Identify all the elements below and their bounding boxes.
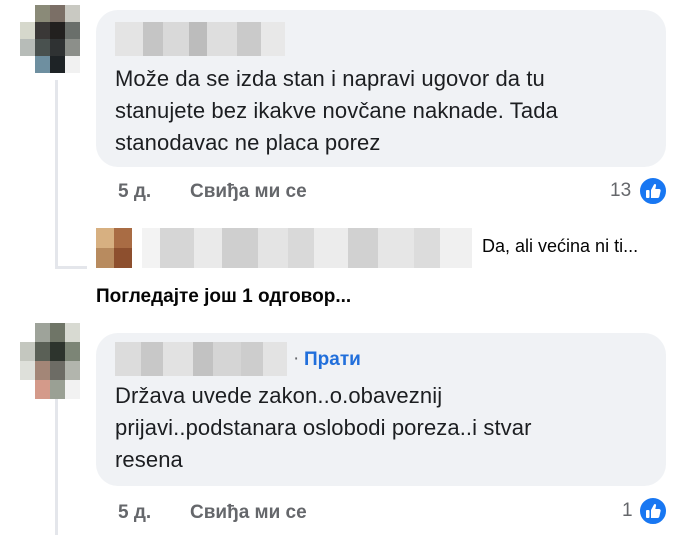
commenter-name-blurred[interactable]: [115, 342, 287, 376]
comment-text: Država uvede zakon..o.obaveznij prijavi.…: [115, 380, 660, 476]
reaction-count[interactable]: 13: [610, 180, 631, 202]
comment-text-line: stanujete bez ikakve novčane naknade. Ta…: [115, 98, 558, 123]
like-button[interactable]: Свиђа ми се: [190, 502, 307, 524]
comment-text-line: prijavi..podstanara oslobodi poreza..i s…: [115, 415, 532, 440]
like-button[interactable]: Свиђа ми се: [190, 181, 307, 203]
comment-timestamp[interactable]: 5 д.: [118, 181, 151, 203]
follow-dot: ·: [293, 348, 300, 369]
avatar[interactable]: [20, 323, 80, 399]
like-icon[interactable]: [638, 176, 668, 206]
reply-author-blurred[interactable]: [142, 228, 472, 268]
follow-button[interactable]: Прати: [304, 349, 361, 371]
reaction-count[interactable]: 1: [622, 500, 633, 522]
avatar[interactable]: [20, 5, 80, 73]
view-more-replies-link[interactable]: Погледајте још 1 одговор...: [96, 286, 351, 308]
comment-text-line: Država uvede zakon..o.obaveznij: [115, 383, 443, 408]
comment-text-line: resena: [115, 447, 183, 472]
commenter-name-blurred[interactable]: [115, 22, 285, 56]
thread-line-curve: [55, 266, 87, 269]
comment-text: Može da se izda stan i napravi ugovor da…: [115, 63, 660, 159]
thread-line: [55, 395, 58, 535]
comment-text-line: Može da se izda stan i napravi ugovor da…: [115, 66, 545, 91]
like-icon[interactable]: [638, 496, 668, 526]
reply-snippet[interactable]: Da, ali većina ni ti...: [482, 236, 638, 257]
reply-avatar[interactable]: [96, 228, 132, 268]
thread-line: [55, 80, 58, 268]
comment-text-line: stanodavac ne placa porez: [115, 130, 381, 155]
comment-timestamp[interactable]: 5 д.: [118, 502, 151, 524]
